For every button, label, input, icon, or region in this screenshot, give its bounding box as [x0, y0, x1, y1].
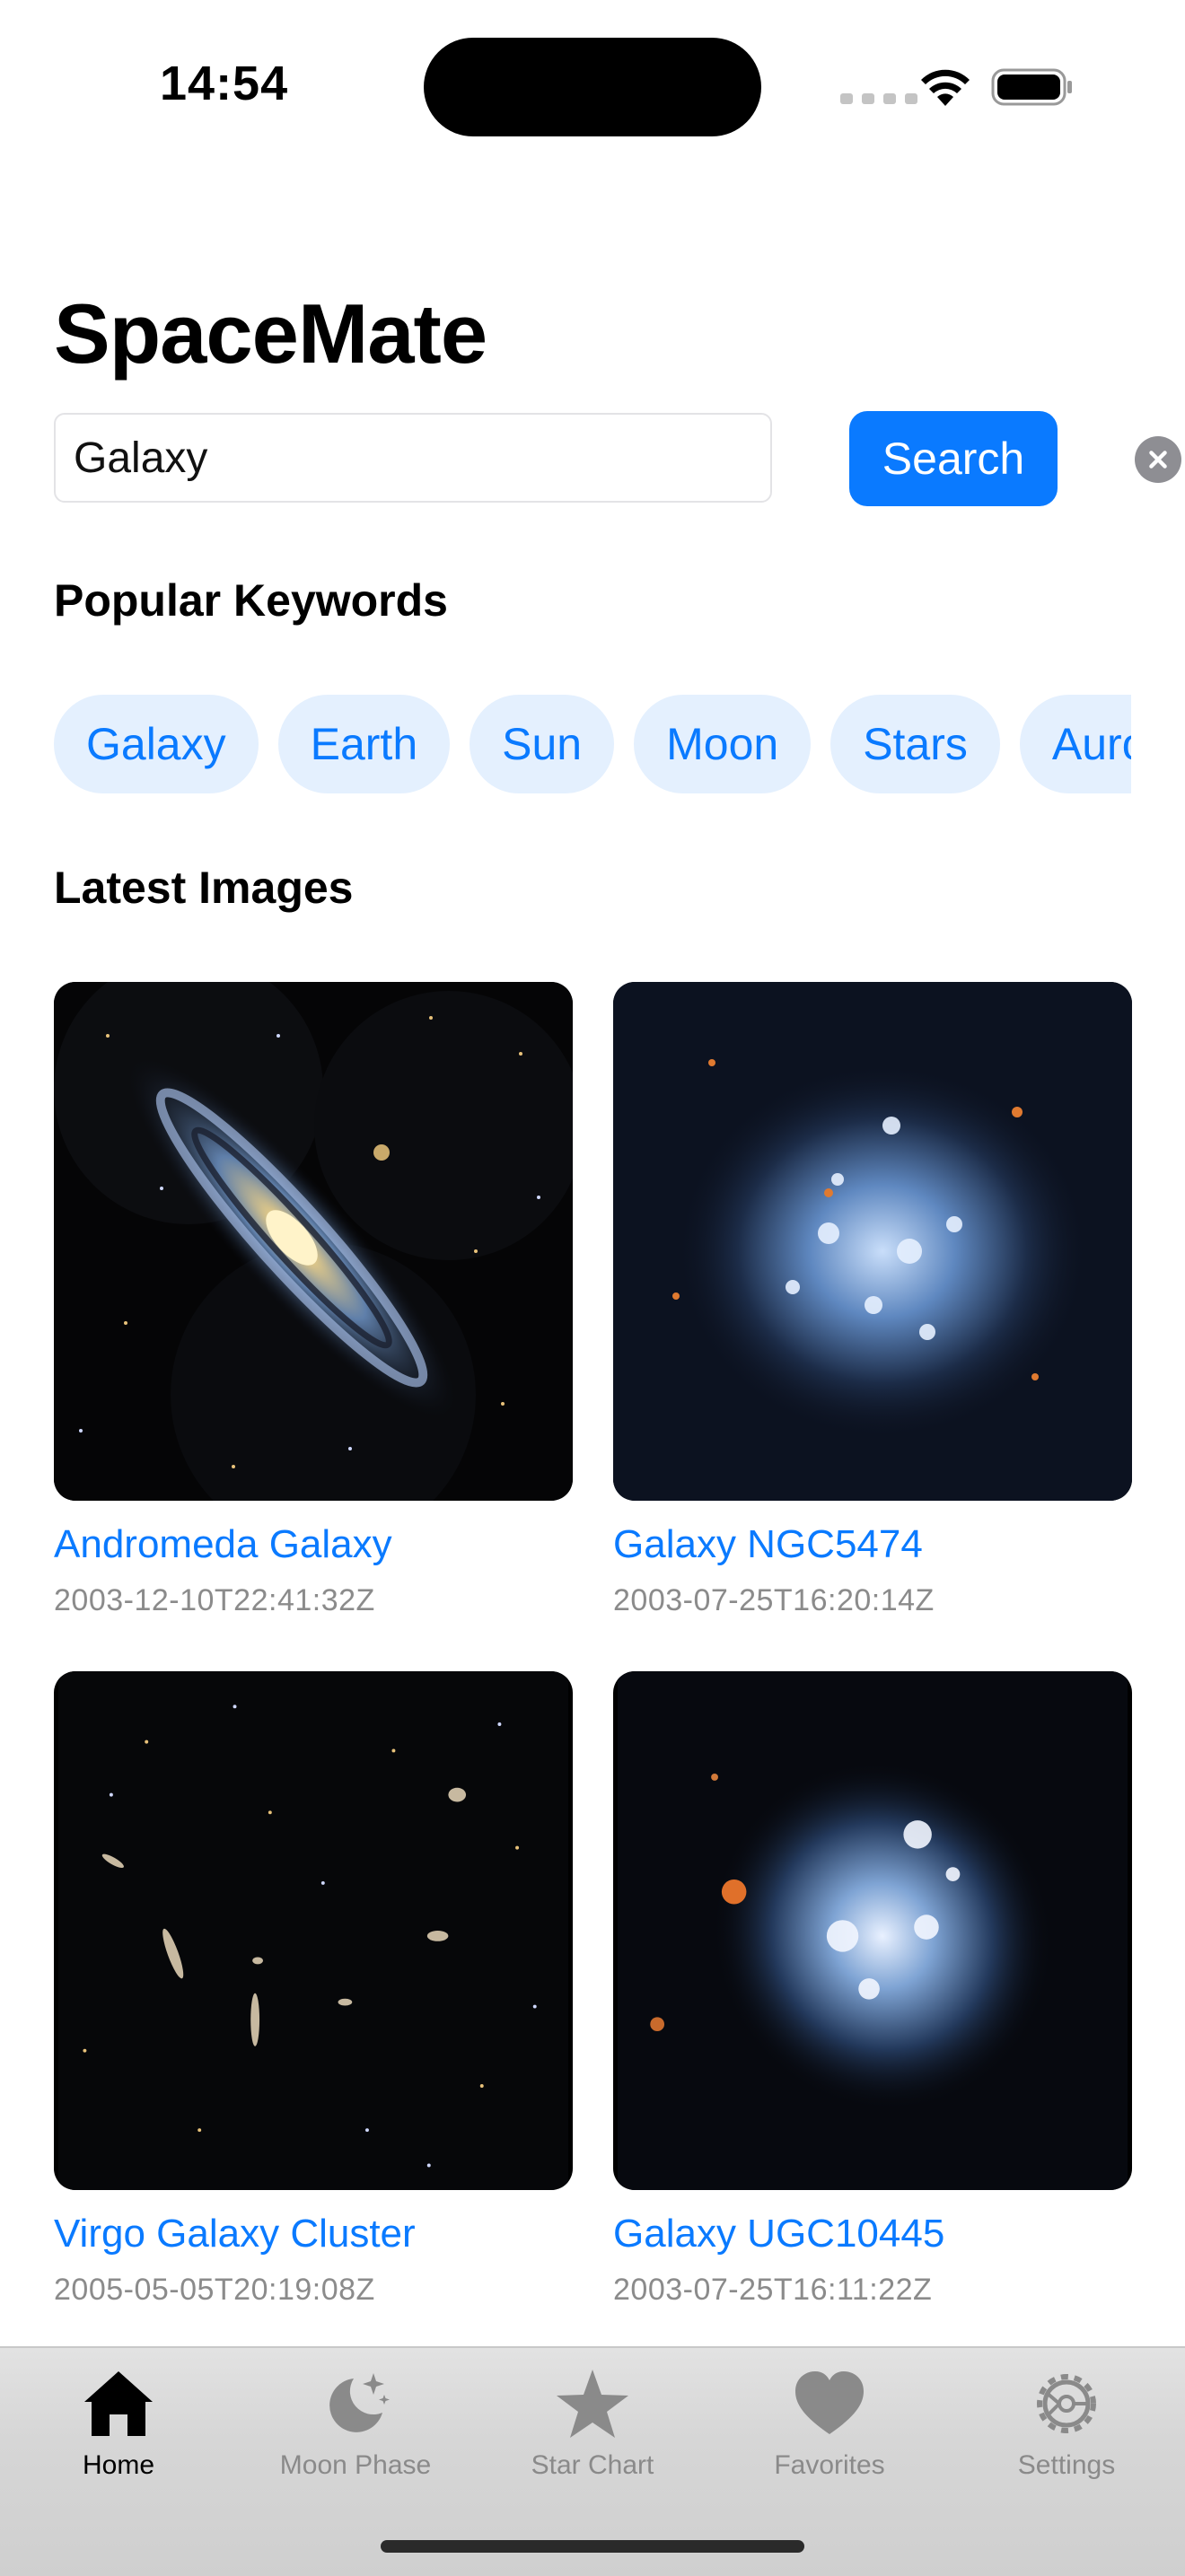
- tab-label: Star Chart: [531, 2450, 654, 2480]
- image-date: 2003-07-25T16:20:14Z: [613, 1583, 935, 1617]
- wifi-icon: [921, 69, 970, 106]
- heart-icon: [795, 2371, 864, 2434]
- latest-images-heading: Latest Images: [54, 863, 354, 913]
- moon-stars-icon: [329, 2373, 390, 2432]
- tab-moon-phase[interactable]: Moon Phase: [237, 2366, 474, 2481]
- battery-icon: [991, 68, 1072, 106]
- image-date: 2003-12-10T22:41:32Z: [54, 1583, 375, 1617]
- image-title[interactable]: Virgo Galaxy Cluster: [54, 2212, 573, 2256]
- image-card[interactable]: Virgo Galaxy Cluster 2005-05-05T20:19:08…: [54, 1671, 573, 2308]
- image-card[interactable]: Galaxy NGC5474 2003-07-25T16:20:14Z: [613, 982, 1132, 1618]
- keyword-chip-aurora[interactable]: Aurora: [1019, 695, 1131, 793]
- image-date: 2005-05-05T20:19:08Z: [54, 2273, 375, 2307]
- galaxy-ugc10445-image[interactable]: [613, 1671, 1132, 2190]
- tab-label: Moon Phase: [279, 2450, 432, 2480]
- dynamic-island: [424, 38, 761, 136]
- keyword-chip-galaxy[interactable]: Galaxy: [54, 695, 259, 793]
- image-title[interactable]: Andromeda Galaxy: [54, 1522, 573, 1567]
- status-time: 14:54: [160, 57, 289, 110]
- close-icon: [1149, 451, 1167, 469]
- tab-favorites[interactable]: Favorites: [711, 2366, 948, 2481]
- andromeda-galaxy-image[interactable]: [54, 982, 573, 1501]
- tab-label: Favorites: [774, 2450, 885, 2480]
- search-input[interactable]: [54, 413, 772, 503]
- house-icon: [84, 2371, 153, 2436]
- image-title[interactable]: Galaxy UGC10445: [613, 2212, 1132, 2256]
- tab-settings[interactable]: Settings: [948, 2366, 1185, 2481]
- clear-search-button[interactable]: [1135, 436, 1181, 483]
- tab-home[interactable]: Home: [0, 2366, 237, 2481]
- tab-star-chart[interactable]: Star Chart: [474, 2366, 711, 2481]
- galaxy-ngc5474-image[interactable]: [613, 982, 1132, 1501]
- app-title: SpaceMate: [54, 286, 487, 381]
- image-card[interactable]: Galaxy UGC10445 2003-07-25T16:11:22Z: [613, 1671, 1132, 2308]
- cellular-signal-icon: [840, 93, 917, 104]
- virgo-galaxy-cluster-image[interactable]: [54, 1671, 573, 2190]
- search-button[interactable]: Search: [849, 411, 1058, 506]
- gear-icon: [1037, 2374, 1096, 2433]
- keyword-chip-earth[interactable]: Earth: [277, 695, 451, 793]
- keyword-chip-sun[interactable]: Sun: [470, 695, 615, 793]
- tab-label: Settings: [1017, 2450, 1116, 2480]
- keyword-chip-moon[interactable]: Moon: [634, 695, 812, 793]
- image-title[interactable]: Galaxy NGC5474: [613, 1522, 1132, 1567]
- keyword-chip-stars[interactable]: Stars: [830, 695, 1000, 793]
- star-icon: [557, 2370, 628, 2438]
- image-date: 2003-07-25T16:11:22Z: [613, 2273, 933, 2307]
- keyword-chip-list: Galaxy Earth Sun Moon Stars Aurora: [54, 695, 1131, 795]
- home-indicator: [381, 2540, 804, 2553]
- popular-keywords-heading: Popular Keywords: [54, 575, 448, 626]
- image-card[interactable]: Andromeda Galaxy 2003-12-10T22:41:32Z: [54, 982, 573, 1618]
- tab-label: Home: [82, 2450, 155, 2480]
